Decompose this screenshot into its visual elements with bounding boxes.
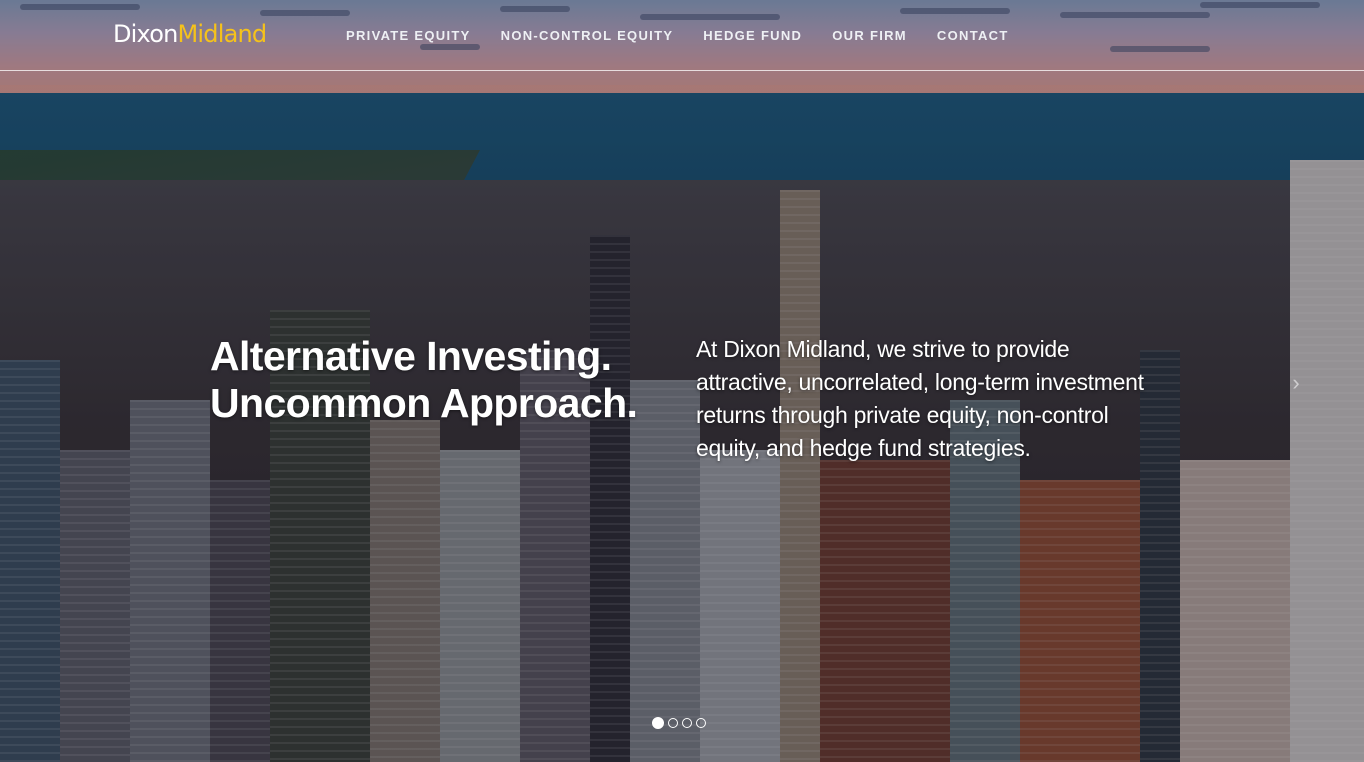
nav-link-our-firm[interactable]: OUR FIRM [832,28,907,43]
nav-link-hedge-fund[interactable]: HEDGE FUND [703,28,802,43]
logo-text-dixon: Dixon [113,20,178,48]
carousel-indicators [652,717,706,729]
carousel-dot-1[interactable] [652,717,664,729]
nav-item-contact: CONTACT [937,27,1009,45]
nav-link-private-equity[interactable]: PRIVATE EQUITY [346,28,471,43]
top-navbar: DixonMidland PRIVATE EQUITY NON-CONTROL … [0,0,1364,71]
nav-item-hedge-fund: HEDGE FUND [703,27,802,45]
nav-item-our-firm: OUR FIRM [832,27,907,45]
chevron-right-icon[interactable]: › [1286,371,1306,395]
logo-text-midland: Midland [177,20,268,48]
dixon-midland-logo[interactable]: DixonMidland [113,20,268,48]
hero-headline: Alternative Investing. Uncommon Approach… [210,333,670,427]
nav-link-non-control-equity[interactable]: NON-CONTROL EQUITY [501,28,674,43]
main-nav: PRIVATE EQUITY NON-CONTROL EQUITY HEDGE … [346,27,1039,45]
carousel-dot-2[interactable] [668,718,678,728]
nav-link-contact[interactable]: CONTACT [937,28,1009,43]
hero-description: At Dixon Midland, we strive to provide a… [696,336,1144,461]
carousel-dot-4[interactable] [696,718,706,728]
hero-headline-line1: Alternative Investing. [210,333,612,379]
carousel-dot-3[interactable] [682,718,692,728]
nav-item-non-control-equity: NON-CONTROL EQUITY [501,27,674,45]
hero-background-image [0,0,1364,762]
nav-item-private-equity: PRIVATE EQUITY [346,27,471,45]
hero-headline-line2: Uncommon Approach. [210,380,638,426]
